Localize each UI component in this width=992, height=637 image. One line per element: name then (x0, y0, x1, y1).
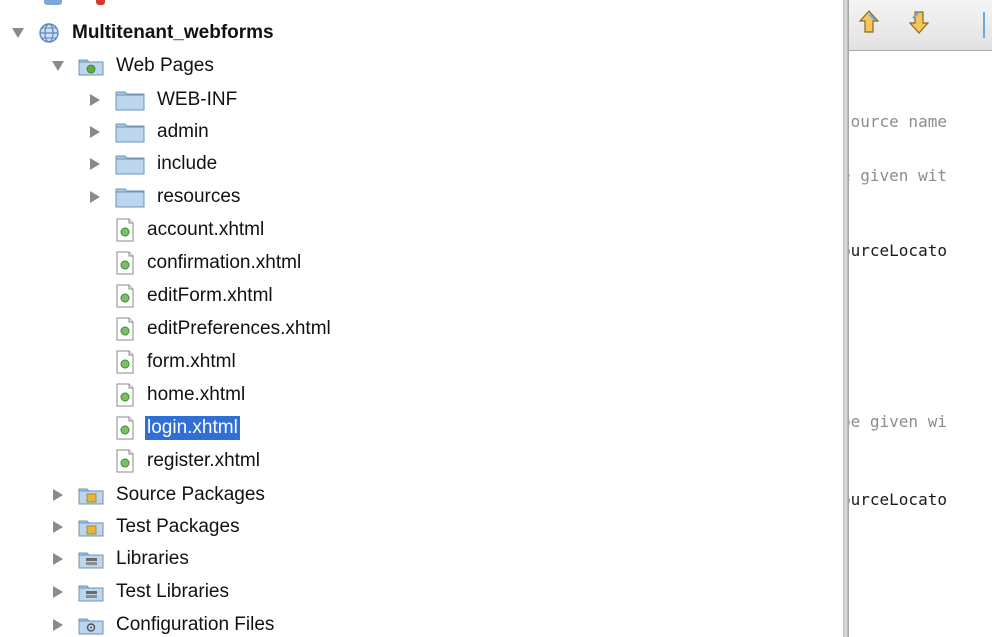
expanded-arrow-icon[interactable] (50, 61, 66, 71)
move-up-icon (857, 9, 881, 40)
scrolled-item-badge-stub (96, 0, 105, 5)
scrolled-item-icon-stub (44, 0, 62, 5)
collapsed-arrow-icon[interactable] (50, 521, 66, 533)
web-pages-label: Web Pages (116, 55, 214, 76)
xhtml-file-icon (115, 251, 135, 275)
expanded-arrow-icon[interactable] (10, 28, 26, 38)
file-label: form.xhtml (147, 351, 236, 372)
file-label: confirmation.xhtml (147, 252, 302, 273)
tree-node-project-root[interactable]: Multitenant_webforms (10, 17, 276, 49)
code-comment-line: be given wi (849, 412, 947, 431)
collapsed-arrow-icon[interactable] (50, 553, 66, 565)
file-label: editForm.xhtml (147, 285, 273, 306)
tree-node-file-login[interactable]: login.xhtml (87, 412, 240, 444)
xhtml-file-icon (115, 350, 135, 374)
file-label: home.xhtml (147, 384, 246, 405)
tree-scrolled-row-remnant (0, 0, 843, 12)
web-project-globe-icon (38, 22, 60, 44)
web-pages-folder-icon (78, 56, 104, 76)
tree-node-test-libraries[interactable]: Test Libraries (50, 576, 231, 608)
file-label: editPreferences.xhtml (147, 318, 331, 339)
xhtml-file-icon (115, 383, 135, 407)
toolbar-overflow-icon (983, 12, 992, 38)
folder-icon (115, 186, 145, 208)
tree-node-file-home[interactable]: home.xhtml (87, 379, 247, 411)
test-libraries-label: Test Libraries (116, 581, 229, 602)
xhtml-file-icon (115, 416, 135, 440)
libraries-folder-icon (78, 549, 104, 569)
collapsed-arrow-icon[interactable] (87, 158, 103, 170)
tree-node-file-editform[interactable]: editForm.xhtml (87, 280, 275, 312)
collapsed-arrow-icon[interactable] (87, 191, 103, 203)
xhtml-file-icon (115, 284, 135, 308)
move-down-icon (907, 9, 931, 40)
configuration-folder-icon (78, 615, 104, 635)
tree-node-file-form[interactable]: form.xhtml (87, 346, 238, 378)
xhtml-file-icon (115, 218, 135, 242)
tree-node-folder-admin[interactable]: admin (87, 116, 211, 148)
tree-node-folder-include[interactable]: include (87, 148, 219, 180)
collapsed-arrow-icon[interactable] (50, 586, 66, 598)
project-name-label: Multitenant_webforms (72, 22, 274, 43)
collapsed-arrow-icon[interactable] (50, 489, 66, 501)
folder-label: include (157, 153, 218, 174)
libraries-label: Libraries (116, 548, 189, 569)
code-line: ourceLocato (849, 490, 947, 509)
move-up-button[interactable] (855, 9, 883, 40)
test-package-folder-icon (78, 517, 104, 537)
code-editor-panel[interactable]: source name e given wit ourceLocato be g… (849, 0, 992, 637)
tree-node-file-editpreferences[interactable]: editPreferences.xhtml (87, 313, 333, 345)
tree-node-source-packages[interactable]: Source Packages (50, 479, 267, 511)
code-comment-line: e given wit (849, 166, 947, 185)
tree-node-file-account[interactable]: account.xhtml (87, 214, 266, 246)
collapsed-arrow-icon[interactable] (87, 126, 103, 138)
folder-icon (115, 153, 145, 175)
projects-tree-panel: Multitenant_webforms Web Pages WEB-INF a… (0, 0, 843, 637)
tree-node-file-confirmation[interactable]: confirmation.xhtml (87, 247, 303, 279)
collapsed-arrow-icon[interactable] (50, 619, 66, 631)
tree-node-test-packages[interactable]: Test Packages (50, 511, 242, 543)
folder-label: admin (157, 121, 209, 142)
tree-node-folder-resources[interactable]: resources (87, 181, 242, 213)
xhtml-file-icon (115, 317, 135, 341)
folder-label: WEB-INF (157, 89, 238, 110)
file-label: register.xhtml (147, 450, 260, 471)
source-package-folder-icon (78, 485, 104, 505)
configuration-files-label: Configuration Files (116, 614, 275, 635)
source-packages-label: Source Packages (116, 484, 265, 505)
tree-node-configuration-files[interactable]: Configuration Files (50, 609, 276, 637)
folder-label: resources (157, 186, 241, 207)
code-line: ourceLocato (849, 241, 947, 260)
tree-node-folder-web-inf[interactable]: WEB-INF (87, 84, 239, 116)
editor-toolbar (849, 0, 992, 51)
tree-node-file-register[interactable]: register.xhtml (87, 445, 262, 477)
move-down-button[interactable] (905, 10, 933, 38)
folder-icon (115, 121, 145, 143)
test-packages-label: Test Packages (116, 516, 240, 537)
collapsed-arrow-icon[interactable] (87, 94, 103, 106)
file-label: account.xhtml (147, 219, 265, 240)
selected-file-label: login.xhtml (145, 416, 240, 440)
test-libraries-folder-icon (78, 582, 104, 602)
xhtml-file-icon (115, 449, 135, 473)
tree-node-web-pages[interactable]: Web Pages (50, 50, 216, 82)
folder-icon (115, 89, 145, 111)
code-comment-line: source name (849, 112, 947, 131)
tree-node-libraries[interactable]: Libraries (50, 543, 191, 575)
